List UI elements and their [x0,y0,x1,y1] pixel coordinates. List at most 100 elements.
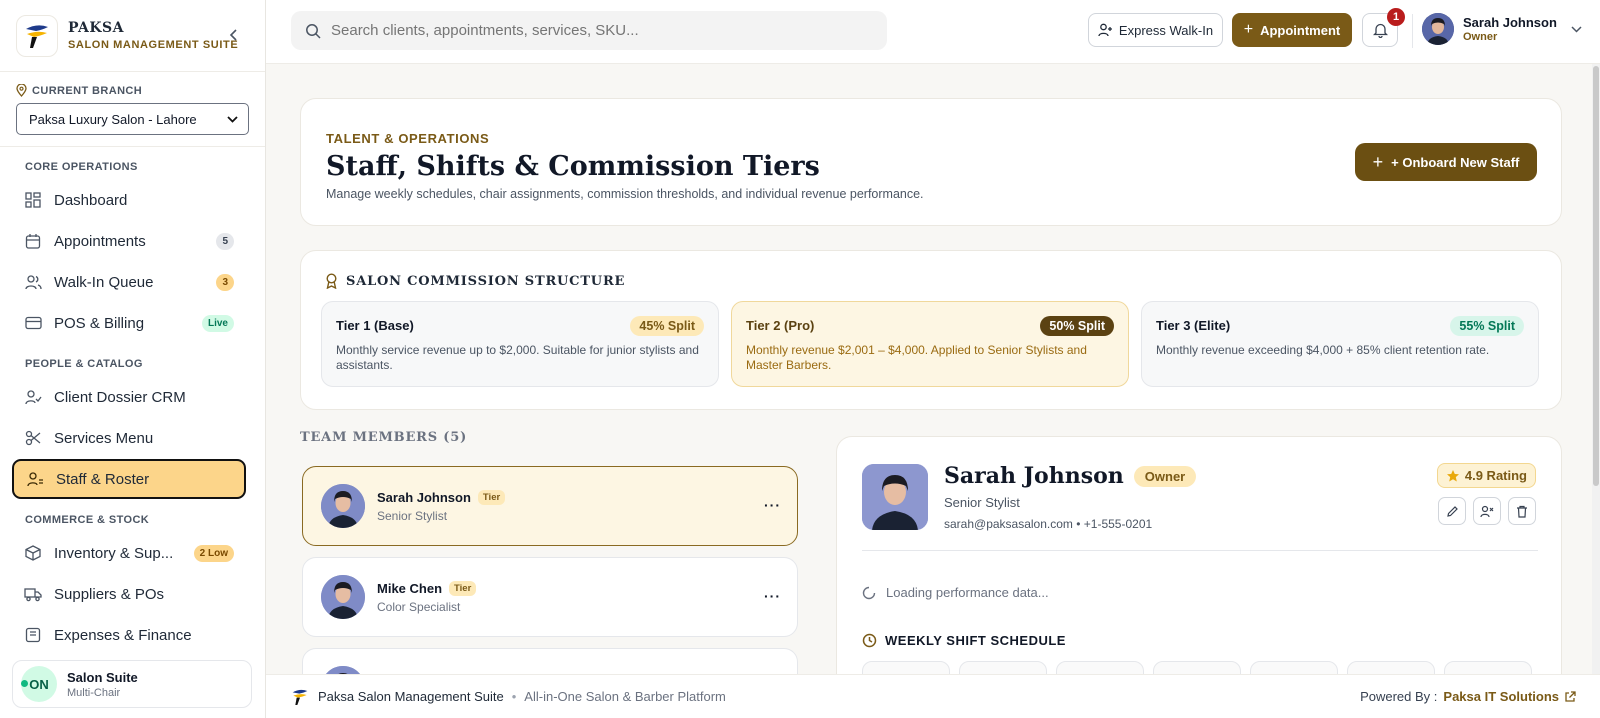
user-role: Owner [1463,31,1498,43]
footer-separator: • [511,689,517,704]
onboard-new-staff-button[interactable]: + + Onboard New Staff [1355,143,1537,181]
brand-header: PAKSA SALON MANAGEMENT SUITE [0,0,265,72]
owner-badge: Owner [1133,465,1197,487]
star-icon [1446,469,1459,481]
commission-title: SALON COMMISSION STRUCTURE [325,273,625,289]
powered-by-link[interactable]: Paksa IT Solutions [1443,689,1559,704]
user-avatar [1422,13,1454,45]
new-appointment-button[interactable]: + Appointment [1232,13,1352,47]
member-role: Color Specialist [377,599,461,614]
user-menu[interactable]: Sarah Johnson Owner [1422,13,1582,45]
spinner-icon [862,586,876,599]
staff-detail-card: Sarah Johnson Owner Senior Stylist sarah… [836,436,1562,674]
sidebar-item-walk-in-queue[interactable]: Walk-In Queue 3 [12,262,246,302]
staff-photo [862,464,928,530]
sidebar-item-staff-roster[interactable]: Staff & Roster [12,459,246,499]
delete-staff-button[interactable] [1508,497,1536,525]
plus-icon: + [1243,21,1254,38]
notifications-button[interactable]: 1 [1362,8,1405,47]
paksa-logo-icon[interactable] [16,14,58,57]
sidebar-item-inventory[interactable]: Inventory & Sup... 2 Low [12,533,246,573]
external-link-icon [1565,690,1576,702]
main-content: TALENT & OPERATIONS Staff, Shifts & Comm… [266,64,1592,674]
member-avatar [321,484,365,528]
main-scrollbar[interactable] [1592,64,1600,674]
chevron-down-icon [1571,25,1582,33]
more-options-icon[interactable]: ··· [764,497,781,513]
commission-structure-card: SALON COMMISSION STRUCTURE Tier 1 (Base)… [300,250,1562,410]
sidebar-item-dashboard[interactable]: Dashboard [12,180,246,220]
shift-day-slot[interactable] [1250,661,1338,674]
member-name: Sarah Johnson [377,489,471,505]
box-icon [24,544,42,562]
user-x-icon [1480,505,1494,517]
powered-by: Powered By : Paksa IT Solutions [1360,689,1576,704]
team-member-card[interactable]: Mike Chen Tier Color Specialist ··· [302,557,798,637]
sidebar-item-services-menu[interactable]: Services Menu [12,418,246,458]
tier-card-base[interactable]: Tier 1 (Base) 45% Split Monthly service … [321,301,719,387]
bottom-bar: Paksa Salon Management Suite • All-in-On… [266,674,1600,718]
clock-icon [862,633,877,648]
sidebar-nav: CORE OPERATIONS Dashboard Appointments 5… [0,147,258,657]
users-icon [24,273,42,291]
shift-day-slot[interactable] [1056,661,1144,674]
scrollbar-thumb[interactable] [1593,66,1599,486]
bell-icon [1372,23,1388,38]
member-name: Mike Chen [377,580,443,596]
sidebar-item-suppliers[interactable]: Suppliers & POs [12,574,246,614]
member-avatar [321,575,365,619]
shift-day-slot[interactable] [959,661,1047,674]
trash-icon [1517,505,1527,518]
team-member-card[interactable] [302,648,798,674]
shift-day-slot[interactable] [1444,661,1532,674]
member-avatar [321,666,365,674]
more-options-icon[interactable]: ··· [764,588,781,604]
user-name: Sarah Johnson [1463,15,1557,30]
nav-section-people: PEOPLE & CATALOG [25,358,143,370]
tier-split-badge: 45% Split [630,316,704,336]
tier-split-badge: 50% Split [1040,316,1114,336]
live-badge: Live [201,314,234,332]
member-tier-badge: Tier [477,489,506,505]
express-walk-in-button[interactable]: Express Walk-In [1088,13,1223,47]
calendar-icon [24,232,42,250]
truck-icon [24,585,42,603]
deactivate-staff-button[interactable] [1473,497,1501,525]
finance-icon [24,626,42,644]
footer-app-name: Paksa Salon Management Suite [318,689,504,704]
page-title: Staff, Shifts & Commission Tiers [326,151,820,182]
rating-badge: 4.9 Rating [1436,463,1536,488]
sidebar-item-client-crm[interactable]: Client Dossier CRM [12,377,246,417]
staff-actions [1431,497,1536,525]
sidebar-item-pos-billing[interactable]: POS & Billing Live [12,303,246,343]
detail-divider [862,550,1538,551]
footer-subtitle: Multi-Chair [67,686,121,699]
team-members-title: TEAM MEMBERS (5) [300,430,468,445]
branch-select[interactable]: Paksa Luxury Salon - Lahore [16,103,249,135]
tier-card-pro[interactable]: Tier 2 (Pro) 50% Split Monthly revenue $… [731,301,1129,387]
staff-name: Sarah Johnson Owner [944,463,1197,489]
nav-section-commerce: COMMERCE & STOCK [25,514,150,526]
staff-icon [26,470,44,488]
search-input[interactable] [331,22,871,39]
shift-day-slot[interactable] [1153,661,1241,674]
user-check-icon [24,388,42,406]
collapse-sidebar-button[interactable] [225,26,243,44]
sidebar-item-expenses[interactable]: Expenses & Finance [12,615,246,655]
topbar: Express Walk-In + Appointment 1 Sarah Jo… [266,0,1600,64]
shift-day-slot[interactable] [862,661,950,674]
staff-contact: sarah@paksasalon.com • +1-555-0201 [944,517,1153,531]
scissors-icon [24,429,42,447]
topbar-divider [1412,14,1413,48]
search-bar[interactable] [291,11,887,50]
sidebar-footer-status[interactable]: ON Salon Suite Multi-Chair [12,660,252,708]
sidebar-item-appointments[interactable]: Appointments 5 [12,221,246,261]
page-description: Manage weekly schedules, chair assignmen… [326,187,924,201]
online-dot-icon [21,680,28,687]
edit-staff-button[interactable] [1438,497,1466,525]
tier-card-elite[interactable]: Tier 3 (Elite) 55% Split Monthly revenue… [1141,301,1539,387]
appointments-count-badge: 5 [216,232,234,250]
team-member-card[interactable]: Sarah Johnson Tier Senior Stylist ··· [302,466,798,546]
low-stock-badge: 2 Low [193,544,234,562]
shift-day-slot[interactable] [1347,661,1435,674]
